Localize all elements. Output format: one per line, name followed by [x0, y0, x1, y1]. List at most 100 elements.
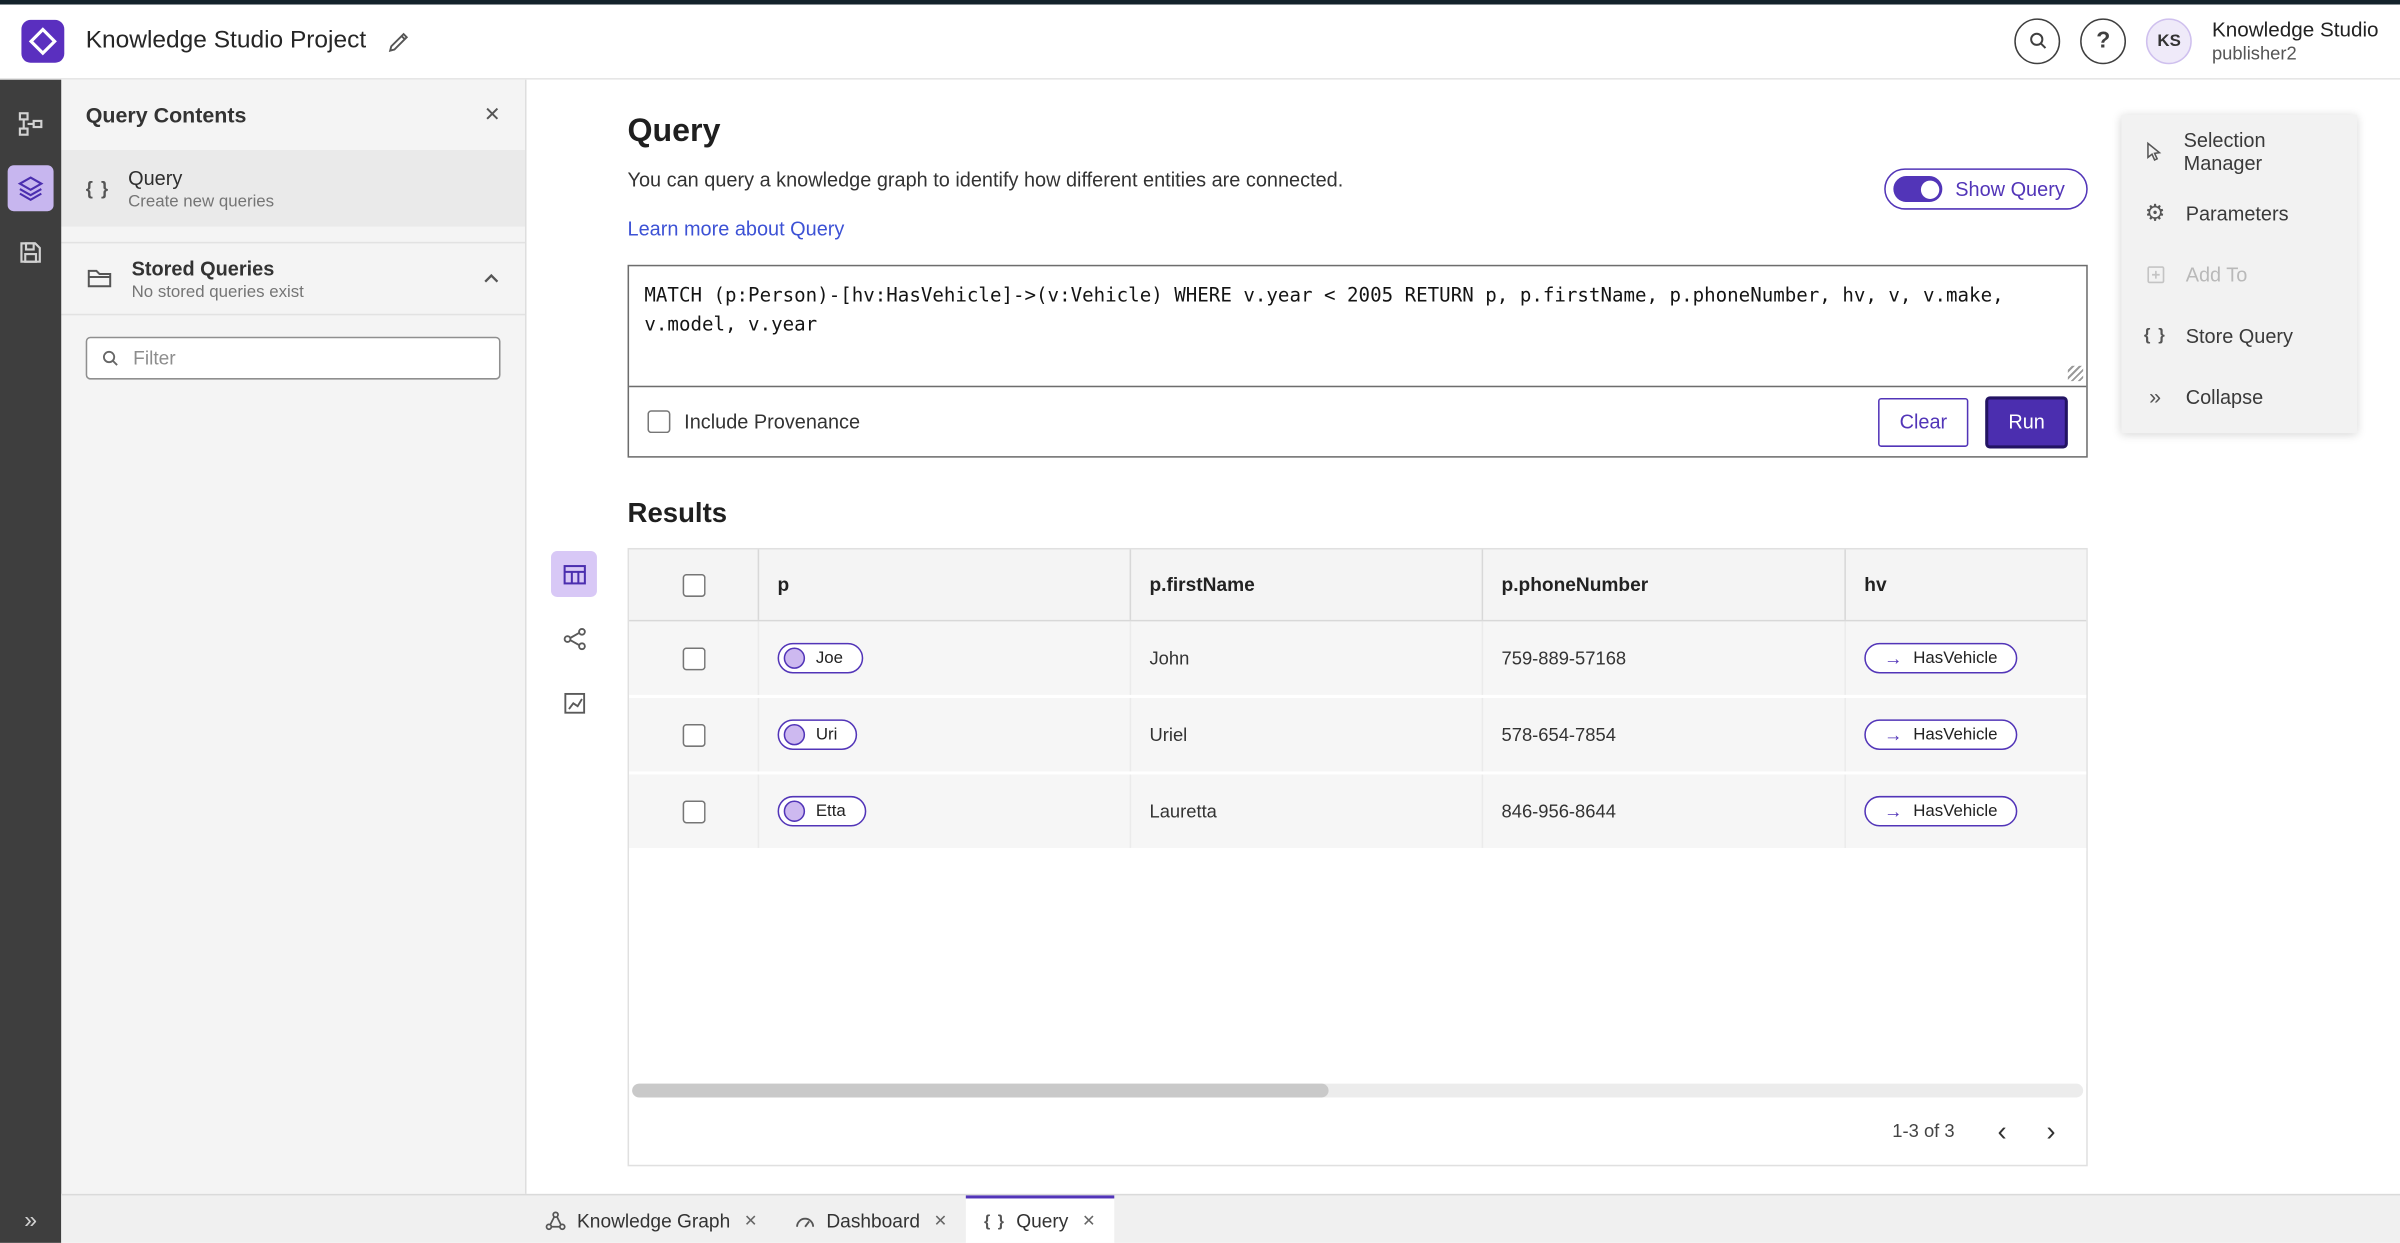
chevron-up-icon[interactable]	[482, 272, 500, 284]
column-header-p[interactable]: p	[759, 549, 1132, 620]
cell-firstname: Uriel	[1131, 697, 1484, 772]
query-item[interactable]: { } Query Create new queries	[61, 149, 525, 227]
parameters-label: Parameters	[2185, 201, 2289, 225]
edge-label: HasVehicle	[1913, 725, 1998, 744]
scrollbar-thumb[interactable]	[632, 1083, 1329, 1098]
tab-label: Knowledge Graph	[577, 1209, 731, 1232]
hierarchy-nav-icon[interactable]	[8, 101, 54, 147]
edge-label: HasVehicle	[1913, 648, 1998, 668]
add-to-label: Add To	[2185, 262, 2248, 286]
collapse-label: Collapse	[2185, 384, 2264, 408]
node-icon	[783, 647, 806, 669]
row-select-cell	[629, 621, 760, 695]
edge-chip[interactable]: → HasVehicle	[1864, 719, 2018, 750]
select-all-checkbox[interactable]	[681, 573, 705, 597]
row-checkbox[interactable]	[681, 723, 705, 747]
stored-queries-label: Stored Queries	[131, 256, 275, 280]
close-panel-icon[interactable]: ✕	[484, 103, 501, 127]
tab-query[interactable]: { } Query ✕	[965, 1195, 1114, 1243]
filter-search-icon	[101, 349, 119, 367]
close-tab-icon[interactable]: ✕	[934, 1211, 947, 1229]
help-button[interactable]: ?	[2080, 18, 2127, 65]
knowledge-graph-icon	[545, 1210, 566, 1231]
clear-button[interactable]: Clear	[1878, 397, 1969, 447]
cell-firstname: John	[1131, 621, 1484, 695]
query-contents-panel: Query Contents ✕ { } Query Create new qu…	[61, 79, 527, 1194]
help-icon: ?	[2096, 28, 2111, 55]
column-header-hv[interactable]: hv	[1846, 549, 2088, 619]
column-header-phonenumber[interactable]: p.phoneNumber	[1483, 549, 1846, 620]
collapse-item[interactable]: » Collapse	[2121, 366, 2357, 427]
stored-queries-text: Stored Queries No stored queries exist	[132, 256, 304, 300]
stored-queries-description: No stored queries exist	[131, 282, 304, 301]
toggle-switch[interactable]	[1894, 176, 1944, 203]
row-checkbox[interactable]	[681, 799, 705, 823]
chevron-right-icon: ›	[2046, 1115, 2056, 1147]
filter-input[interactable]	[130, 345, 486, 371]
close-tab-icon[interactable]: ✕	[1082, 1211, 1095, 1229]
stored-queries-section[interactable]: Stored Queries No stored queries exist	[61, 241, 525, 316]
edge-chip[interactable]: → HasVehicle	[1864, 795, 2018, 827]
cell-hv: → HasVehicle	[1846, 774, 2088, 847]
edge-arrow-icon: →	[1884, 647, 1903, 669]
query-editor[interactable]: MATCH (p:Person)-[hv:HasVehicle]->(v:Veh…	[629, 266, 2087, 388]
column-header-firstname[interactable]: p.firstName	[1131, 549, 1484, 620]
tab-dashboard[interactable]: Dashboard ✕	[776, 1195, 966, 1242]
selection-manager-label: Selection Manager	[2183, 128, 2266, 175]
cell-phonenumber: 759-889-57168	[1483, 621, 1846, 695]
chart-view-icon[interactable]	[551, 680, 597, 726]
braces-icon: { }	[85, 177, 110, 199]
cell-hv: → HasVehicle	[1846, 621, 2088, 694]
run-button[interactable]: Run	[1985, 395, 2068, 448]
cell-phonenumber: 578-654-7854	[1483, 697, 1846, 772]
layers-nav-icon[interactable]	[7, 165, 54, 212]
user-avatar[interactable]: KS	[2146, 18, 2193, 65]
row-checkbox[interactable]	[681, 646, 705, 670]
tab-label: Dashboard	[826, 1209, 920, 1232]
pagination-range-label: 1-3 of 3	[1892, 1120, 1955, 1142]
filter-box	[85, 336, 501, 380]
save-nav-icon[interactable]	[8, 230, 54, 276]
user-info[interactable]: Knowledge Studio publisher2	[2212, 18, 2379, 65]
search-button[interactable]	[2014, 18, 2061, 65]
learn-more-link[interactable]: Learn more about Query	[628, 217, 845, 240]
query-box: MATCH (p:Person)-[hv:HasVehicle]->(v:Veh…	[627, 264, 2088, 458]
include-provenance-checkbox[interactable]	[647, 410, 671, 434]
selection-manager-item[interactable]: Selection Manager	[2121, 121, 2357, 182]
table-row[interactable]: Uri Uriel 578-654-7854 → HasVehicle	[629, 697, 2087, 775]
parameters-item[interactable]: ⚙ Parameters	[2121, 182, 2357, 243]
node-chip[interactable]: Joe	[777, 642, 863, 674]
cell-p: Etta	[759, 774, 1132, 848]
cell-p: Joe	[759, 621, 1132, 695]
show-query-toggle[interactable]: Show Query	[1884, 168, 2088, 210]
store-query-item[interactable]: { } Store Query	[2121, 305, 2357, 366]
graph-view-icon[interactable]	[551, 615, 597, 661]
close-tab-icon[interactable]: ✕	[744, 1211, 757, 1229]
node-label: Uri	[815, 725, 838, 744]
search-icon	[2028, 31, 2048, 51]
table-row[interactable]: Etta Lauretta 846-956-8644 → HasVehicle	[629, 774, 2088, 852]
node-label: Joe	[815, 648, 843, 668]
row-select-cell	[629, 697, 760, 772]
table-row[interactable]: Joe John 759-889-57168 → HasVehicle	[629, 621, 2088, 698]
previous-page-button[interactable]: ‹	[1982, 1111, 2022, 1151]
cell-phonenumber: 846-956-8644	[1483, 774, 1846, 848]
next-page-button[interactable]: ›	[2031, 1111, 2071, 1151]
app-header: Knowledge Studio Project ? KS Knowledge …	[0, 4, 2400, 80]
collapse-icon: »	[2149, 384, 2162, 409]
show-query-label: Show Query	[1955, 177, 2065, 201]
edit-title-icon[interactable]	[388, 30, 411, 53]
query-footer: Include Provenance Clear Run	[629, 387, 2086, 456]
horizontal-scrollbar[interactable]	[632, 1083, 2084, 1098]
resize-handle-icon[interactable]	[2067, 365, 2084, 382]
node-chip[interactable]: Uri	[777, 719, 858, 750]
braces-icon: { }	[983, 1211, 1006, 1230]
expand-rail-icon[interactable]: »	[0, 1208, 61, 1234]
user-role: publisher2	[2211, 42, 2297, 65]
node-chip[interactable]: Etta	[777, 795, 866, 827]
edge-chip[interactable]: → HasVehicle	[1864, 642, 2018, 674]
table-view-icon[interactable]	[551, 551, 597, 597]
tab-knowledge-graph[interactable]: Knowledge Graph ✕	[527, 1195, 776, 1242]
results-table: p p.firstName p.phoneNumber hv Joe John …	[627, 547, 2088, 1167]
project-title: Knowledge Studio Project	[85, 27, 367, 54]
